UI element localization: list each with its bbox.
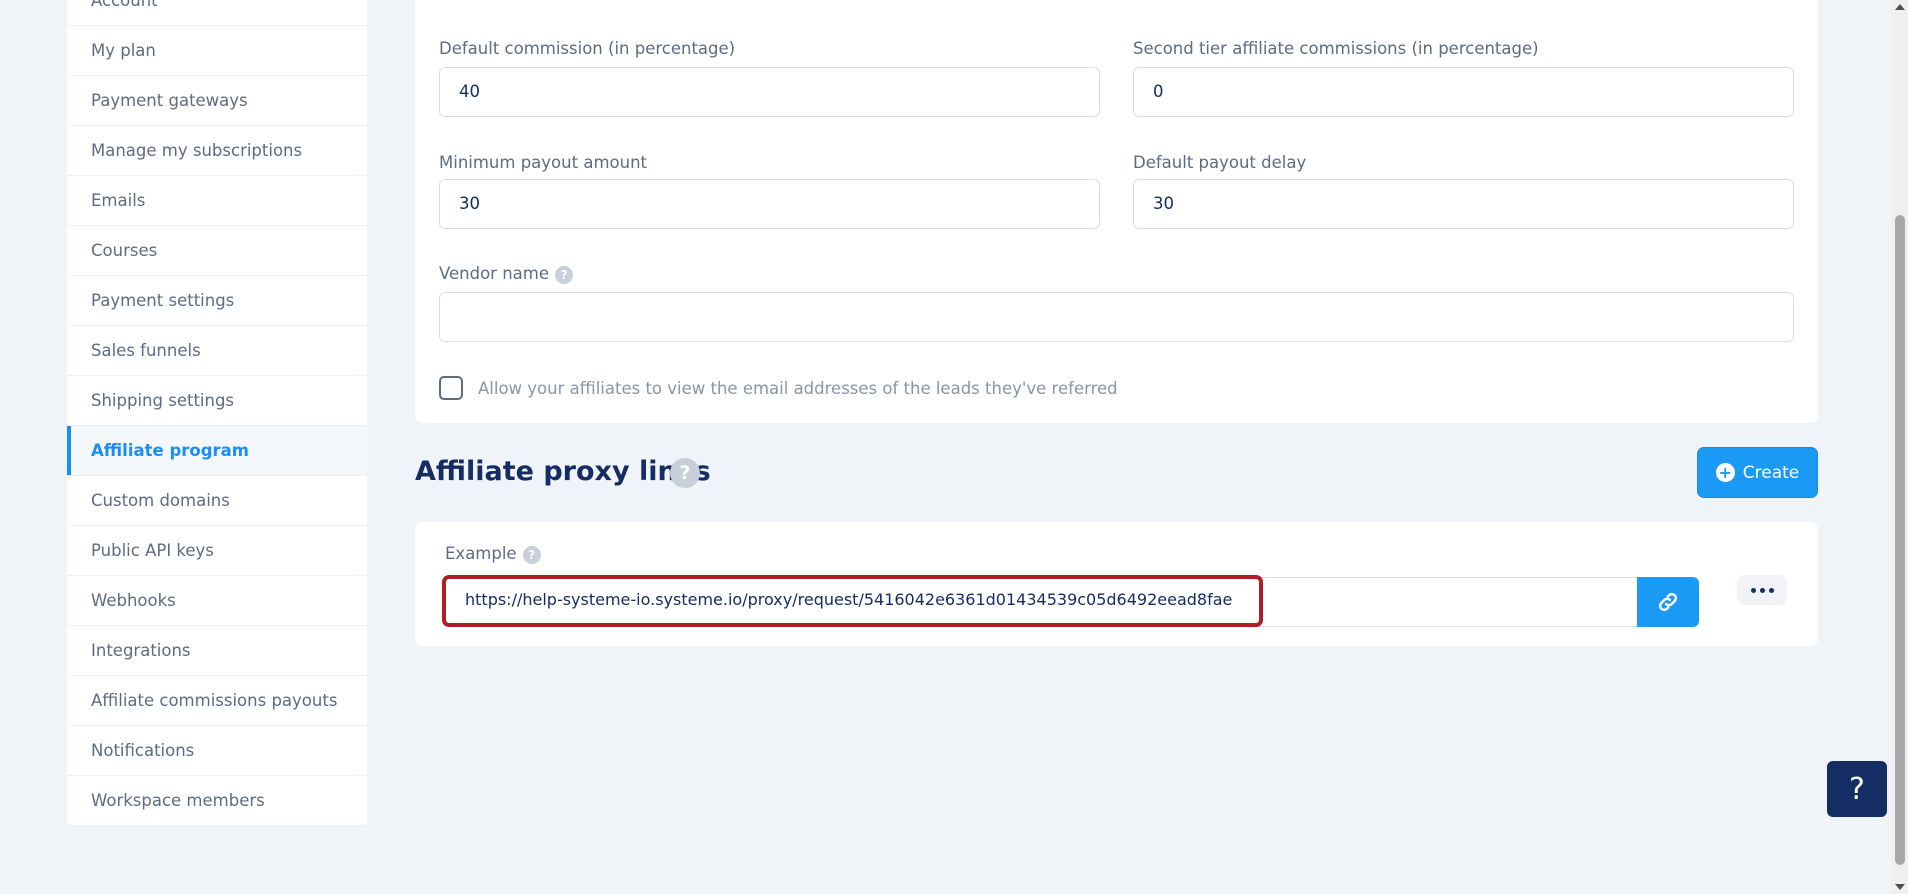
sidebar-item-account[interactable]: Account [67, 0, 367, 26]
payout-delay-label: Default payout delay [1133, 153, 1307, 172]
second-tier-commission-input[interactable]: 0 [1133, 67, 1794, 117]
vendor-name-label-row: Vendor name? [439, 264, 574, 284]
link-icon [1658, 592, 1678, 612]
vendor-name-input[interactable] [439, 292, 1794, 342]
question-icon[interactable]: ? [670, 458, 700, 488]
question-icon[interactable]: ? [522, 545, 541, 564]
sidebar-item-custom-domains[interactable]: Custom domains [67, 476, 367, 526]
sidebar-item-courses[interactable]: Courses [67, 226, 367, 276]
default-commission-input[interactable]: 40 [439, 67, 1100, 117]
default-commission-label: Default commission (in percentage) [439, 39, 736, 58]
url-highlight-box [442, 575, 1263, 627]
example-label-row: Example? [445, 544, 541, 564]
sidebar-item-workspace-members[interactable]: Workspace members [67, 776, 367, 826]
settings-sidebar: Account My plan Payment gateways Manage … [67, 0, 367, 826]
second-tier-commission-label: Second tier affiliate commissions (in pe… [1133, 39, 1539, 58]
more-options-button[interactable] [1737, 575, 1787, 605]
sidebar-item-affiliate-program[interactable]: Affiliate program [67, 426, 367, 476]
vendor-name-label: Vendor name [439, 264, 550, 283]
sidebar-item-webhooks[interactable]: Webhooks [67, 576, 367, 626]
sidebar-item-shipping-settings[interactable]: Shipping settings [67, 376, 367, 426]
help-button[interactable]: ? [1827, 761, 1887, 817]
scrollbar[interactable] [1891, 0, 1908, 894]
dot-icon [1768, 587, 1774, 593]
sidebar-item-notifications[interactable]: Notifications [67, 726, 367, 776]
payout-delay-input[interactable]: 30 [1133, 179, 1794, 229]
sidebar-item-affiliate-commissions-payouts[interactable]: Affiliate commissions payouts [67, 676, 367, 726]
sidebar-item-payment-settings[interactable]: Payment settings [67, 276, 367, 326]
allow-emails-checkbox[interactable] [439, 376, 463, 400]
scroll-down-arrow-icon[interactable] [1895, 884, 1905, 890]
scroll-thumb[interactable] [1895, 215, 1905, 865]
example-label: Example [445, 544, 517, 563]
sidebar-item-manage-subscriptions[interactable]: Manage my subscriptions [67, 126, 367, 176]
copy-link-button[interactable] [1637, 577, 1699, 627]
section-title: Affiliate proxy links [415, 456, 711, 487]
create-button[interactable]: + Create [1697, 447, 1818, 498]
question-icon[interactable]: ? [555, 265, 574, 284]
allow-emails-label: Allow your affiliates to view the email … [478, 379, 1118, 398]
sidebar-item-payment-gateways[interactable]: Payment gateways [67, 76, 367, 126]
dot-icon [1759, 587, 1765, 593]
sidebar-item-sales-funnels[interactable]: Sales funnels [67, 326, 367, 376]
minimum-payout-label: Minimum payout amount [439, 153, 647, 172]
plus-circle-icon: + [1715, 463, 1735, 482]
sidebar-item-emails[interactable]: Emails [67, 176, 367, 226]
sidebar-item-public-api-keys[interactable]: Public API keys [67, 526, 367, 576]
minimum-payout-input[interactable]: 30 [439, 179, 1100, 229]
sidebar-item-integrations[interactable]: Integrations [67, 626, 367, 676]
scroll-up-arrow-icon[interactable] [1895, 4, 1905, 10]
create-button-label: Create [1742, 462, 1800, 483]
dot-icon [1750, 587, 1756, 593]
sidebar-item-my-plan[interactable]: My plan [67, 26, 367, 76]
